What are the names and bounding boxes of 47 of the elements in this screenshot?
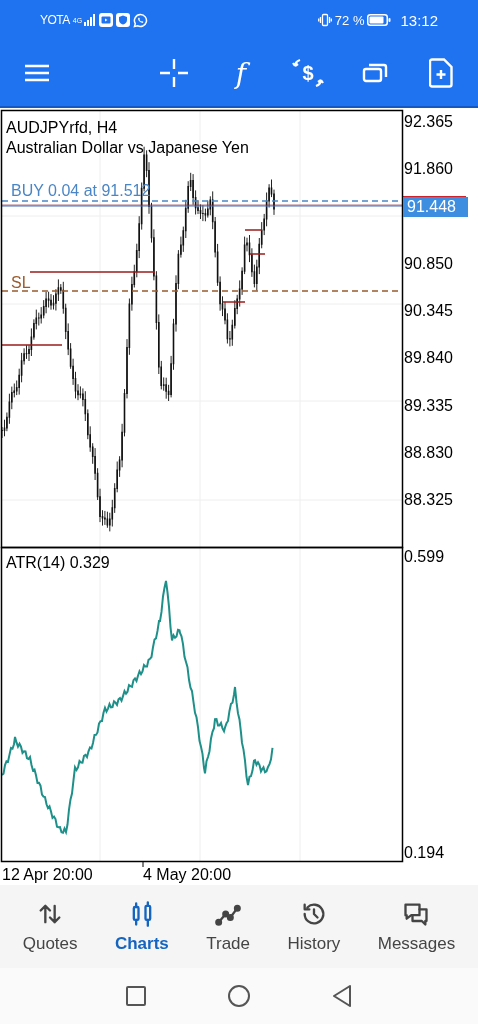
order-level-line bbox=[244, 229, 263, 231]
stop-loss-label: SL bbox=[11, 274, 31, 292]
current-price-label: 91.448 bbox=[403, 197, 468, 217]
shield-app-icon bbox=[115, 13, 130, 27]
price-axis-label: 90.345 bbox=[404, 302, 453, 320]
price-axis-label: 89.335 bbox=[404, 397, 453, 415]
carrier-name: YOTA bbox=[40, 13, 70, 27]
exchange-arrows-icon bbox=[291, 57, 325, 89]
indicator-axis-label: 0.194 bbox=[404, 844, 445, 862]
price-axis-label: 92.365 bbox=[404, 113, 453, 131]
menu-icon bbox=[24, 63, 50, 83]
windows-icon bbox=[362, 62, 388, 84]
back-button[interactable] bbox=[331, 984, 353, 1008]
nav-tab[interactable]: History bbox=[285, 895, 343, 958]
price-axis-label: 91.860 bbox=[404, 160, 453, 178]
axis-tick bbox=[142, 861, 144, 868]
order-level-line bbox=[222, 301, 246, 303]
symbol-title: AUDJPYrfd, H4 bbox=[6, 119, 118, 137]
price-axis-label: 88.830 bbox=[404, 444, 453, 462]
recents-button[interactable] bbox=[125, 985, 147, 1007]
crosshair-icon bbox=[160, 59, 188, 87]
video-app-icon bbox=[98, 13, 113, 27]
clock-time: 13:12 bbox=[400, 11, 438, 29]
nav-tab[interactable]: Trade bbox=[204, 895, 252, 958]
nav-tab[interactable]: Messages bbox=[375, 895, 458, 958]
time-axis-label: 4 May 20:00 bbox=[143, 866, 232, 884]
home-button[interactable] bbox=[227, 984, 251, 1008]
time-axis-label: 12 Apr 20:00 bbox=[2, 866, 93, 884]
price-axis-label: 88.325 bbox=[404, 491, 453, 509]
battery-percent: 72 % bbox=[334, 12, 365, 28]
chat-app-icon bbox=[132, 12, 148, 28]
price-axis-label: 90.850 bbox=[404, 255, 453, 273]
signal-icon bbox=[83, 14, 96, 26]
order-level-line bbox=[249, 253, 266, 255]
nav-tab[interactable]: Quotes bbox=[20, 895, 80, 958]
trade-button[interactable]: $ bbox=[290, 55, 326, 91]
indicator-label: ATR(14) 0.329 bbox=[6, 554, 110, 572]
nav-tab[interactable]: Charts bbox=[112, 895, 171, 958]
ask-marker-line bbox=[402, 196, 467, 198]
order-level-line bbox=[1, 344, 63, 346]
vibrate-icon bbox=[317, 13, 332, 27]
new-document-icon bbox=[429, 58, 453, 88]
battery-icon bbox=[367, 14, 392, 26]
indicators-button[interactable]: f bbox=[224, 55, 258, 91]
price-axis-label: 89.840 bbox=[404, 349, 453, 367]
symbol-description: Australian Dollar vs Japanese Yen bbox=[6, 139, 249, 157]
indicator-axis-label: 0.599 bbox=[404, 548, 445, 566]
